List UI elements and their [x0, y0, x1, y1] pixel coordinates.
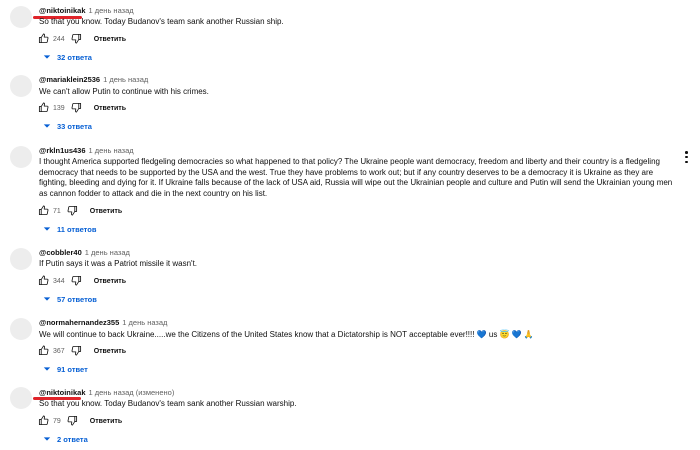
avatar[interactable]: [10, 146, 32, 168]
thumbs-up-icon[interactable]: [38, 345, 49, 358]
like-count: 244: [53, 35, 65, 43]
comment-text: We will continue to back Ukraine.....we …: [39, 330, 534, 339]
comment-actions: 367 Ответить: [38, 345, 126, 357]
thumbs-up-icon[interactable]: [38, 102, 49, 115]
replies-count: 2 ответа: [57, 434, 88, 444]
comment-actions: 139 Ответить: [38, 102, 126, 114]
comment-actions: 71 Ответить: [38, 205, 122, 217]
comment-header: @normahernandez355 1 день назад: [39, 318, 167, 328]
replies-count: 11 ответов: [57, 224, 97, 234]
comment-header: @mariaklein2536 1 день назад: [39, 75, 148, 85]
thumbs-down-icon[interactable]: [71, 275, 82, 288]
chevron-down-icon: [43, 297, 51, 301]
show-replies-button[interactable]: 32 ответа: [43, 51, 92, 63]
comment-text: We can't allow Putin to continue with hi…: [39, 87, 209, 96]
like-count: 344: [53, 277, 65, 285]
comment-timestamp[interactable]: 1 день назад: [122, 318, 167, 327]
reply-button[interactable]: Ответить: [94, 348, 126, 355]
comment-actions: 244 Ответить: [38, 33, 126, 45]
show-replies-button[interactable]: 2 ответа: [43, 433, 88, 445]
thumbs-down-icon[interactable]: [67, 415, 78, 428]
comment-author[interactable]: @cobbler40: [39, 248, 82, 257]
show-replies-button[interactable]: 11 ответов: [43, 223, 96, 235]
reply-button[interactable]: Ответить: [90, 418, 122, 425]
replies-count: 33 ответа: [57, 121, 92, 131]
show-replies-button[interactable]: 91 ответ: [43, 363, 88, 375]
comment-timestamp[interactable]: 1 день назад: [85, 248, 130, 257]
like-count: 367: [53, 347, 65, 355]
thumbs-up-icon[interactable]: [38, 205, 49, 218]
chevron-down-icon: [43, 437, 51, 441]
thumbs-down-icon[interactable]: [71, 102, 82, 115]
replies-count: 91 ответ: [57, 364, 88, 374]
thumbs-up-icon[interactable]: [38, 275, 49, 288]
comment-author[interactable]: @normahernandez355: [39, 318, 119, 327]
comment-header: @niktoinikak 1 день назад: [39, 6, 134, 16]
chevron-down-icon: [43, 367, 51, 371]
like-count: 71: [53, 207, 61, 215]
chevron-down-icon: [43, 55, 51, 59]
reply-button[interactable]: Ответить: [94, 36, 126, 43]
avatar[interactable]: [10, 6, 32, 28]
avatar[interactable]: [10, 75, 32, 97]
like-count: 79: [53, 417, 61, 425]
show-replies-button[interactable]: 57 ответов: [43, 293, 97, 305]
comment-header: @cobbler40 1 день назад: [39, 248, 130, 258]
comment-header: @rkln1us436 1 день назад: [39, 146, 134, 156]
avatar[interactable]: [10, 248, 32, 270]
thumbs-down-icon[interactable]: [71, 345, 82, 358]
comment-text: If Putin says it was a Patriot missile i…: [39, 259, 198, 268]
comment-author[interactable]: @niktoinikak: [39, 388, 86, 397]
comment-timestamp[interactable]: 1 день назад (изменено): [89, 388, 175, 397]
comment-timestamp[interactable]: 1 день назад: [89, 146, 134, 155]
thumbs-up-icon[interactable]: [38, 33, 49, 46]
avatar[interactable]: [10, 387, 32, 409]
thumbs-down-icon[interactable]: [67, 205, 78, 218]
comment-text: So that you know. Today Budanov's team s…: [39, 399, 297, 408]
replies-count: 32 ответа: [57, 52, 92, 62]
avatar[interactable]: [10, 318, 32, 340]
comment-timestamp[interactable]: 1 день назад: [89, 6, 134, 15]
reply-button[interactable]: Ответить: [94, 105, 126, 112]
reply-button[interactable]: Ответить: [94, 278, 126, 285]
chevron-down-icon: [43, 124, 51, 128]
comment-author[interactable]: @niktoinikak: [39, 6, 86, 15]
more-actions-icon[interactable]: [685, 151, 689, 163]
comment-author[interactable]: @rkln1us436: [39, 146, 86, 155]
comment-text: I thought America supported fledgeling d…: [39, 157, 673, 198]
comment-actions: 344 Ответить: [38, 275, 126, 287]
show-replies-button[interactable]: 33 ответа: [43, 120, 92, 132]
comment-actions: 79 Ответить: [38, 415, 122, 427]
reply-button[interactable]: Ответить: [90, 208, 122, 215]
thumbs-up-icon[interactable]: [38, 415, 49, 428]
comment-author[interactable]: @mariaklein2536: [39, 75, 100, 84]
chevron-down-icon: [43, 227, 51, 231]
comment-text: So that you know. Today Budanov's team s…: [39, 17, 284, 26]
thumbs-down-icon[interactable]: [71, 33, 82, 46]
comment-timestamp[interactable]: 1 день назад: [103, 75, 148, 84]
replies-count: 57 ответов: [57, 294, 97, 304]
like-count: 139: [53, 104, 65, 112]
